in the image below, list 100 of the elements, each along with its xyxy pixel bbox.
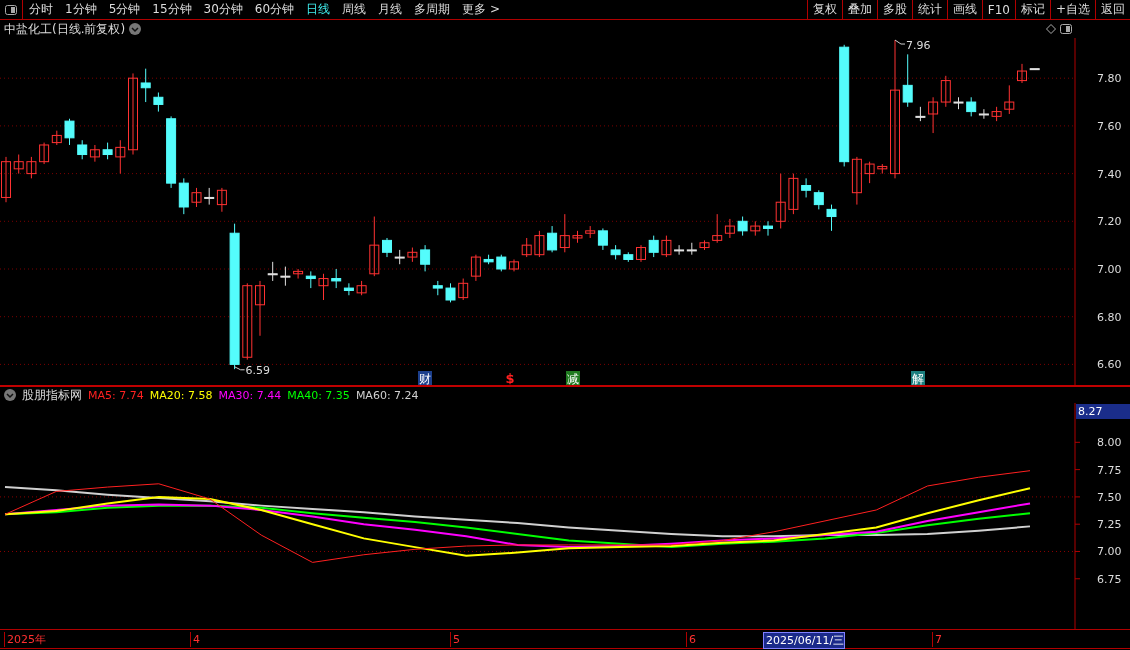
candle: [255, 280, 265, 337]
toolbar-button[interactable]: 叠加: [841, 0, 877, 19]
candle: [140, 68, 151, 103]
candle: [699, 239, 710, 251]
period-tab[interactable]: 分时: [23, 0, 59, 19]
chevron-down-icon[interactable]: [4, 389, 16, 401]
candle: [1017, 63, 1027, 84]
period-tab[interactable]: 15分钟: [146, 0, 198, 19]
period-tab[interactable]: 多周期: [408, 0, 457, 19]
candle: [483, 254, 494, 265]
period-tab[interactable]: 1分钟: [59, 0, 103, 19]
event-badge[interactable]: 解: [911, 371, 925, 385]
candle: [928, 96, 939, 134]
price-axis-label: 7.80: [1097, 72, 1122, 86]
candle: [763, 220, 773, 237]
period-tab[interactable]: 5分钟: [102, 0, 147, 19]
candle: [636, 244, 646, 263]
candle: [267, 261, 278, 282]
cursor-value: 8.27: [1078, 405, 1103, 418]
period-tab[interactable]: 更多 >: [456, 0, 506, 19]
value-axis-label: 7.50: [1097, 490, 1122, 504]
candle: [89, 144, 100, 163]
value-axis-label: 8.00: [1097, 436, 1122, 450]
candle: [686, 242, 697, 256]
candle: [356, 280, 367, 296]
period-tab[interactable]: 60分钟: [248, 0, 301, 19]
candle: [521, 237, 532, 258]
candle: [102, 142, 113, 160]
toolbar-button[interactable]: 统计: [911, 0, 947, 19]
period-tab[interactable]: 日线: [300, 0, 337, 19]
value-axis-label: 7.75: [1097, 463, 1122, 477]
candle: [813, 189, 824, 210]
candle: [991, 106, 1002, 122]
candle: [801, 177, 812, 198]
candle: [788, 173, 799, 215]
value-axis-label: 7.25: [1097, 518, 1122, 532]
candle: [1, 156, 11, 203]
candle: [115, 139, 126, 175]
panel-icon[interactable]: [5, 4, 17, 15]
candle: [13, 154, 24, 175]
toolbar-button[interactable]: 标记: [1014, 0, 1050, 19]
toolbar-button[interactable]: 多股: [876, 0, 912, 19]
candle: [940, 75, 951, 108]
candle: [902, 53, 913, 108]
toolbar-button[interactable]: 画线: [946, 0, 982, 19]
chart-title: 中盐化工(日线.前复权): [4, 20, 126, 38]
candle: [458, 278, 469, 301]
candle: [445, 282, 456, 303]
candle: [1004, 84, 1015, 115]
candle: [877, 163, 888, 175]
price-axis-label: 6.80: [1097, 310, 1122, 324]
candle: [318, 273, 329, 301]
period-tab[interactable]: 周线: [336, 0, 373, 19]
leader-line: [234, 366, 246, 371]
leader-line: [894, 39, 906, 45]
time-axis-label: 5: [450, 632, 460, 647]
candle: [534, 230, 545, 258]
candle: [369, 216, 380, 277]
candle: [26, 156, 37, 179]
low-price-label: 6.59: [245, 363, 271, 377]
chevron-down-icon[interactable]: [129, 23, 142, 35]
candle: [775, 173, 786, 229]
candle: [191, 187, 202, 208]
candle: [496, 254, 507, 272]
panel-icon[interactable]: [1060, 24, 1072, 34]
value-axis-label: 6.75: [1097, 572, 1122, 586]
candle: [674, 244, 685, 256]
candle: [153, 92, 164, 113]
candle: [432, 280, 443, 296]
indicator-name: 股朋指标网: [22, 386, 82, 404]
time-axis-label: 2025年: [4, 632, 46, 647]
toolbar-button[interactable]: F10: [981, 0, 1015, 19]
candle: [572, 230, 583, 244]
period-tab[interactable]: 30分钟: [197, 0, 249, 19]
price-axis-label: 7.00: [1097, 263, 1122, 276]
toolbar-button[interactable]: 返回: [1095, 0, 1130, 19]
event-badge[interactable]: 减: [566, 371, 580, 385]
price-axis-label: 7.40: [1097, 167, 1122, 181]
candle: [737, 216, 748, 237]
candle: [864, 161, 875, 184]
candle: [826, 204, 837, 232]
toolbar-button[interactable]: +自选: [1049, 0, 1095, 19]
event-marker[interactable]: $: [505, 371, 515, 385]
legend-value: MA20: 7.58: [149, 388, 213, 402]
candle: [280, 266, 291, 287]
time-axis-label: 4: [190, 632, 200, 647]
candle: [953, 96, 964, 110]
price-axis-label: 7.20: [1097, 215, 1122, 229]
candle: [509, 258, 519, 272]
candle: [382, 237, 392, 258]
toolbar-button[interactable]: 复权: [806, 0, 842, 19]
candle: [661, 235, 672, 258]
period-tab[interactable]: 月线: [372, 0, 409, 19]
cursor-value-background: [1076, 404, 1130, 419]
event-badge[interactable]: 财: [418, 371, 432, 385]
diamond-icon[interactable]: [1046, 24, 1056, 34]
time-axis-label: 7: [932, 632, 942, 647]
candle: [470, 254, 481, 282]
candle: [77, 139, 88, 160]
time-axis-label: 6: [686, 632, 696, 647]
